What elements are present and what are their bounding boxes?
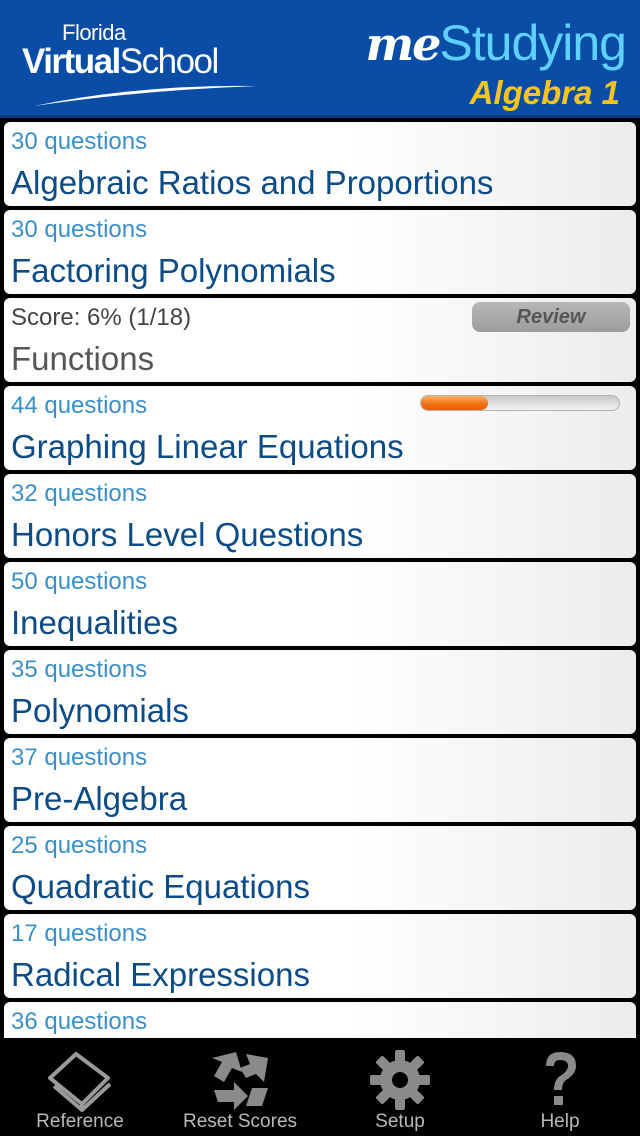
tab-bar: Reference Reset Scores Setup Help bbox=[0, 1038, 640, 1136]
review-button[interactable]: Review bbox=[472, 302, 630, 332]
question-count: 30 questions bbox=[11, 128, 148, 155]
progress-bar bbox=[420, 395, 620, 411]
tab-help[interactable]: Help bbox=[480, 1038, 640, 1136]
topic-title: Quadratic Equations bbox=[11, 868, 311, 905]
topic-list[interactable]: 30 questions Algebraic Ratios and Propor… bbox=[0, 118, 640, 1038]
question-count: 37 questions bbox=[11, 744, 148, 771]
question-count: 50 questions bbox=[11, 568, 148, 595]
topic-row-quadratic-equations[interactable]: 25 questions Quadratic Equations bbox=[4, 826, 636, 910]
topic-title: Inequalities bbox=[11, 604, 178, 641]
app-title-me: me bbox=[365, 17, 441, 71]
question-count: 36 questions bbox=[11, 1008, 148, 1035]
topic-row-algebraic-ratios[interactable]: 30 questions Algebraic Ratios and Propor… bbox=[4, 122, 636, 206]
tab-setup[interactable]: Setup bbox=[320, 1038, 480, 1136]
app-title: meStudying bbox=[365, 14, 627, 72]
topic-title: Pre-Algebra bbox=[11, 780, 188, 817]
topic-row-graphing-linear-equations[interactable]: 44 questions Graphing Linear Equations bbox=[4, 386, 636, 470]
score-text: Score: 6% (1/18) bbox=[11, 304, 192, 331]
topic-row-radical-expressions[interactable]: 17 questions Radical Expressions bbox=[4, 914, 636, 998]
question-count: 25 questions bbox=[11, 832, 148, 859]
tab-label: Help bbox=[540, 1111, 580, 1132]
recycle-icon bbox=[212, 1052, 268, 1110]
topic-row-functions[interactable]: Score: 6% (1/18) Review Functions bbox=[4, 298, 636, 382]
florida-virtual-school-logo: Florida VirtualSchool bbox=[22, 20, 272, 110]
progress-fill bbox=[421, 396, 489, 410]
topic-title: Honors Level Questions bbox=[11, 516, 364, 553]
tab-label: Reset Scores bbox=[182, 1111, 298, 1132]
topic-title: Functions bbox=[11, 340, 155, 377]
topic-title: Graphing Linear Equations bbox=[11, 428, 404, 465]
topic-row-partial[interactable]: 36 questions bbox=[4, 1002, 636, 1038]
book-icon bbox=[48, 1052, 112, 1112]
topic-title: Radical Expressions bbox=[11, 956, 310, 993]
topic-title: Polynomials bbox=[11, 692, 189, 729]
logo-virtual-school-text: VirtualSchool bbox=[22, 42, 219, 81]
subject-title: Algebra 1 bbox=[469, 74, 620, 111]
topic-row-honors-level[interactable]: 32 questions Honors Level Questions bbox=[4, 474, 636, 558]
tab-label: Reference bbox=[36, 1111, 124, 1132]
topic-title: Algebraic Ratios and Proportions bbox=[11, 164, 494, 201]
question-icon bbox=[546, 1052, 576, 1105]
topic-row-inequalities[interactable]: 50 questions Inequalities bbox=[4, 562, 636, 646]
topic-row-polynomials[interactable]: 35 questions Polynomials bbox=[4, 650, 636, 734]
topic-title: Factoring Polynomials bbox=[11, 252, 336, 289]
app-title-studying: Studying bbox=[439, 15, 627, 71]
topic-row-pre-algebra[interactable]: 37 questions Pre-Algebra bbox=[4, 738, 636, 822]
header-bar: Florida VirtualSchool meStudying Algebra… bbox=[0, 0, 640, 118]
tab-reference[interactable]: Reference bbox=[0, 1038, 160, 1136]
question-count: 35 questions bbox=[11, 656, 148, 683]
question-count: 30 questions bbox=[11, 216, 148, 243]
topic-row-factoring-polynomials[interactable]: 30 questions Factoring Polynomials bbox=[4, 210, 636, 294]
tab-reset-scores[interactable]: Reset Scores bbox=[160, 1038, 320, 1136]
app-screen: Florida VirtualSchool meStudying Algebra… bbox=[0, 0, 640, 1136]
logo-swoosh-icon bbox=[34, 85, 258, 106]
question-count: 44 questions bbox=[11, 392, 148, 419]
question-count: 17 questions bbox=[11, 920, 148, 947]
tab-label: Setup bbox=[375, 1111, 425, 1132]
gear-icon bbox=[370, 1050, 430, 1110]
question-count: 32 questions bbox=[11, 480, 148, 507]
